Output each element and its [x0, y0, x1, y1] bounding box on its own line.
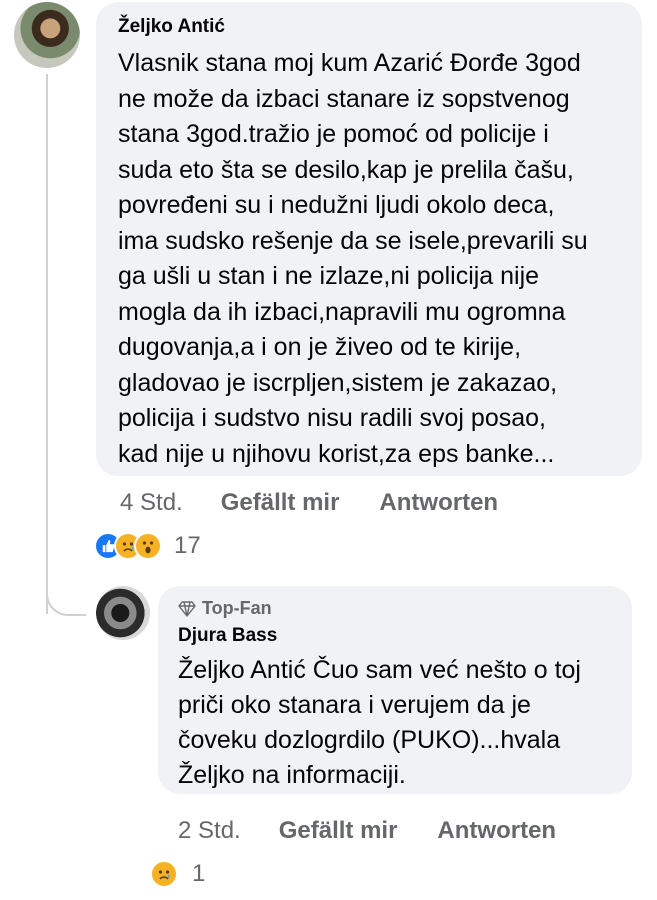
avatar[interactable]	[14, 2, 80, 68]
comment-line: policija i sudstvo nisu radili svoj posa…	[118, 404, 546, 432]
comment-line: ga ušli u stan i ne izlaze,ni policija n…	[118, 262, 540, 290]
badge-label: Top-Fan	[202, 598, 272, 618]
diamond-icon	[178, 600, 196, 617]
reply-reaction-summary[interactable]: 1	[150, 860, 205, 888]
sad-reaction-icon	[150, 860, 178, 888]
top-fan-badge: Top-Fan	[178, 598, 614, 619]
reply-line: čoveku dozlogrdilo (PUKO)...hvala	[178, 726, 561, 754]
reply-author[interactable]: Djura Bass	[178, 625, 614, 647]
reaction-count: 17	[174, 532, 201, 559]
reply-actions: 2 Std. Gefällt mir Antworten	[178, 817, 596, 845]
reply-line: priči oko stanara i verujem da je	[178, 691, 531, 719]
wow-reaction-icon	[134, 532, 162, 560]
comment-bubble: Željko Antić Vlasnik stana moj kum Azari…	[96, 2, 642, 476]
comment-line: povređeni su i nedužni ljudi okolo deca,	[118, 191, 555, 219]
comment-line: stana 3god.tražio je pomoć od policije i	[118, 120, 549, 148]
thread-connector	[46, 560, 86, 616]
comment-line: dugovanja,a i on je živeo od te kirije,	[118, 333, 522, 361]
reply-timestamp[interactable]: 2 Std.	[178, 817, 241, 845]
thread-line	[46, 74, 48, 614]
reply-button[interactable]: Antworten	[437, 817, 556, 845]
comment-actions: 4 Std. Gefällt mir Antworten	[120, 489, 538, 517]
reply-button[interactable]: Antworten	[379, 489, 498, 517]
comment-line: gladovao je iscrpljen,sistem je zakazao,	[118, 368, 558, 397]
comment-line: ima sudsko rešenje da se isele,prevarili…	[118, 226, 588, 255]
comment-line: suda eto šta se desilo,kap je prelila ča…	[118, 155, 574, 184]
reply-bubble: Top-Fan Djura Bass Željko Antić Čuo sam …	[158, 586, 632, 794]
comment-text: Vlasnik stana moj kum Azarić Đorđe 3god …	[118, 46, 624, 472]
reply-avatar[interactable]	[96, 586, 150, 640]
reaction-count: 1	[192, 860, 206, 887]
reply-line: Željko Antić Čuo sam već nešto o toj	[178, 656, 581, 684]
like-button[interactable]: Gefällt mir	[221, 489, 340, 517]
reply-line: Željko na informaciji.	[178, 761, 406, 789]
reaction-summary[interactable]: 17	[94, 532, 201, 560]
like-button[interactable]: Gefällt mir	[279, 817, 398, 845]
reply-text: Željko Antić Čuo sam već nešto o toj pri…	[178, 653, 614, 793]
comment-author[interactable]: Željko Antić	[118, 16, 624, 38]
comment-line: mogla da ih izbaci,napravili mu ogromna	[118, 297, 566, 326]
comment-line: Vlasnik stana moj kum Azarić Đorđe 3god	[118, 49, 581, 77]
comment-line: ne može da izbaci stanare iz sopstvenog	[118, 84, 570, 113]
comment-timestamp[interactable]: 4 Std.	[120, 489, 183, 517]
comment-line: kad nije u njihovu korist,za eps banke..…	[118, 439, 555, 468]
